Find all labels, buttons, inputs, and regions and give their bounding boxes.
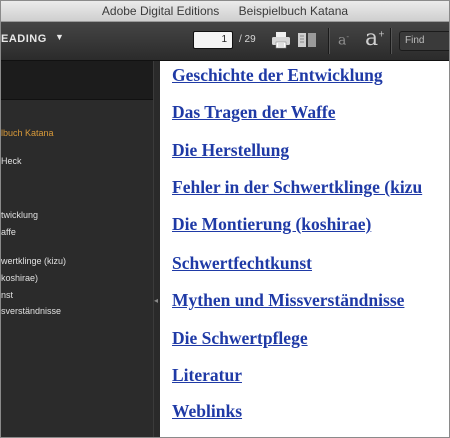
find-input[interactable]: Find <box>399 31 449 51</box>
increase-font-sign: + <box>378 29 385 39</box>
increase-font-button[interactable]: a+ <box>365 26 385 51</box>
splitter-grip-icon[interactable]: ◂ <box>154 296 158 305</box>
toc-item[interactable]: affe <box>1 227 16 237</box>
library-view-label[interactable]: EADING <box>1 33 47 45</box>
document-title: Beispielbuch Katana <box>238 4 349 18</box>
toolbar-separator <box>390 28 392 54</box>
chapter-link[interactable]: Mythen und Missverständnisse <box>172 290 404 311</box>
app-title: Adobe Digital Editions <box>101 4 220 18</box>
toc-item[interactable]: sverständnisse <box>1 306 61 316</box>
decrease-font-button[interactable]: a- <box>338 32 349 49</box>
chapter-link[interactable]: Die Herstellung <box>172 140 289 161</box>
chapter-link[interactable]: Schwertfechtkunst <box>172 253 312 274</box>
chapter-link[interactable]: Weblinks <box>172 401 242 422</box>
app-window: Adobe Digital Editions Beispielbuch Kata… <box>0 0 450 438</box>
chapter-link[interactable]: Die Montierung (koshirae) <box>172 214 371 235</box>
toc-item-book[interactable]: lbuch Katana <box>1 128 54 138</box>
title-bar: Adobe Digital Editions Beispielbuch Kata… <box>1 1 449 22</box>
sidebar-header <box>1 61 153 100</box>
toc-sidebar: lbuch Katana Heck twicklung affe wertkli… <box>1 61 153 437</box>
toc-item[interactable]: twicklung <box>1 210 38 220</box>
page-number-input[interactable]: 1 <box>193 31 233 49</box>
chevron-down-icon[interactable]: ▼ <box>55 32 64 42</box>
toc-item[interactable]: nst <box>1 290 13 300</box>
toolbar: EADING ▼ 1 / 29 a- a+ Find <box>1 22 449 61</box>
toc-item[interactable]: koshirae) <box>1 273 38 283</box>
reading-pane: Geschichte der Entwicklung Das Tragen de… <box>160 61 449 437</box>
toc-item[interactable]: wertklinge (kizu) <box>1 256 66 266</box>
chapter-link[interactable]: Fehler in der Schwertklinge (kizu <box>172 177 422 198</box>
toc-item[interactable]: Heck <box>1 156 22 166</box>
chapter-link[interactable]: Geschichte der Entwicklung <box>172 65 383 86</box>
decrease-font-sign: - <box>346 32 350 41</box>
chapter-link[interactable]: Die Schwertpflege <box>172 328 308 349</box>
chapter-link[interactable]: Literatur <box>172 365 242 386</box>
page-view-icon[interactable] <box>297 31 317 49</box>
toolbar-separator <box>328 28 330 54</box>
page-total: / 29 <box>239 34 256 45</box>
chapter-link[interactable]: Das Tragen der Waffe <box>172 102 336 123</box>
print-icon[interactable] <box>271 31 291 49</box>
increase-font-label: a <box>365 26 379 51</box>
